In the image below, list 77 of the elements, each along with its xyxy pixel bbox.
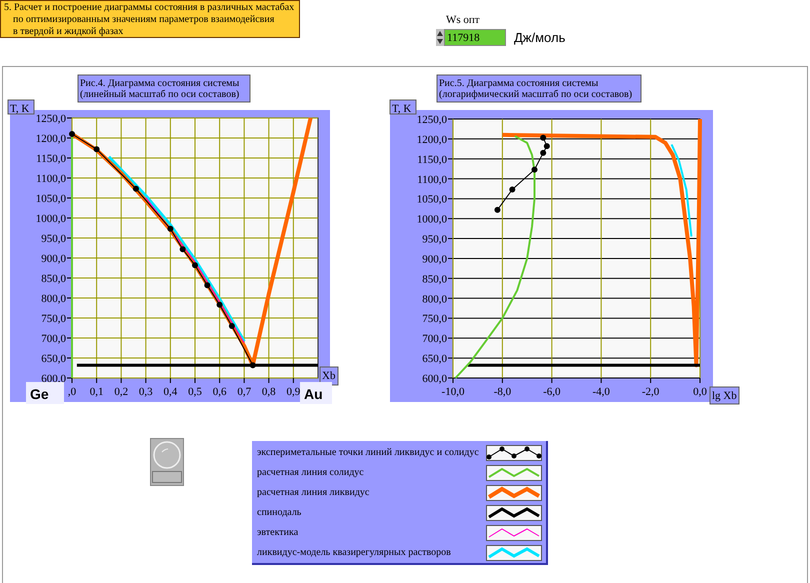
y-tick-label: 900,0 <box>422 253 447 266</box>
y-tick-label: 1050,0 <box>416 194 447 206</box>
y-axis-title: T, K <box>392 103 412 115</box>
axis-label: T, K <box>8 100 34 115</box>
y-tick-label: 650,0 <box>41 353 66 365</box>
numeric-field[interactable]: 117918 <box>444 29 506 46</box>
legend-label: расчетная линия ликвидус <box>257 486 370 500</box>
y-tick-label: 1150,0 <box>417 154 447 166</box>
y-tick-label: 1200,0 <box>416 134 447 146</box>
point <box>192 262 198 268</box>
y-tick-label: 700,0 <box>41 333 66 345</box>
x-tick-label: 0,0 <box>693 386 707 398</box>
y-tick-label: 1000,0 <box>36 213 66 225</box>
point <box>216 302 223 308</box>
y-tick-label: 1100,0 <box>417 174 447 186</box>
point <box>132 186 139 192</box>
x-tick-label: 0,4 <box>164 386 178 398</box>
x-tick-label: 0,8 <box>262 386 276 398</box>
point <box>167 226 174 232</box>
x-tick-label: -8,0 <box>494 386 512 398</box>
chart-title: Рис.4. Диаграмма состояния системы (линейный масштаб по оси составов) <box>78 74 250 102</box>
y-tick-label: 650,0 <box>422 353 447 366</box>
unit-label: Дж/моль <box>514 29 566 47</box>
axis-label: Xb <box>320 366 338 386</box>
point <box>69 131 75 137</box>
chart-title: Рис.5. Диаграмма состояния системы (логарифмический масштаб по оси составов) <box>436 74 642 102</box>
element-label: Au <box>300 382 332 404</box>
point <box>180 246 186 252</box>
x-tick-label: -10,0 <box>442 386 464 398</box>
legend-label: эвтектика <box>257 526 298 540</box>
y-tick-label: 850,0 <box>41 273 66 285</box>
y-tick-label: 950,0 <box>422 234 447 246</box>
legend-label: экспериметальные точки линий ликвидус и солидус <box>257 446 479 460</box>
x-tick-label: 0,2 <box>114 386 128 398</box>
y-tick-label: 1000,0 <box>416 214 447 226</box>
axis-label: lg Xb <box>710 386 740 404</box>
legend-label: расчетная линия солидус <box>257 466 364 480</box>
y-tick-label: 1250,0 <box>36 113 66 125</box>
x-tick-label: 0,1 <box>90 386 104 398</box>
y-tick-label: 600,0 <box>41 373 66 385</box>
y-tick-label: 700,0 <box>422 333 447 346</box>
legend-label: ликвидус-модель квазирегулярных растворов <box>257 546 451 560</box>
y-tick-label: 1150,0 <box>36 153 66 165</box>
element-label: Ge <box>26 382 64 404</box>
x-tick-label: ,0 <box>68 386 76 398</box>
point <box>250 362 256 368</box>
x-tick-label: 0,6 <box>212 386 226 398</box>
x-tick-label: -2,0 <box>642 386 660 398</box>
y-tick-label: 600,0 <box>422 373 447 385</box>
y-tick-label: 750,0 <box>41 313 66 325</box>
x-tick-label: -4,0 <box>592 386 610 398</box>
y-tick-label: 1050,0 <box>36 193 66 205</box>
point <box>94 146 100 152</box>
y-tick-label: 900,0 <box>41 253 66 265</box>
x-tick-label: 0,7 <box>237 386 252 398</box>
y-tick-label: 1250,0 <box>416 114 447 126</box>
y-tick-label: 800,0 <box>422 293 447 306</box>
x-axis-title: Xb <box>322 370 336 382</box>
y-tick-label: 1100,0 <box>36 173 66 185</box>
y-tick-label: 850,0 <box>422 273 447 286</box>
y-tick-label: 800,0 <box>41 293 66 305</box>
x-tick-label: 0,5 <box>188 386 202 398</box>
y-tick-label: 750,0 <box>422 313 447 326</box>
point <box>228 323 235 329</box>
x-tick-label: -6,0 <box>543 386 560 398</box>
axis-label: T, K <box>390 100 416 115</box>
x-tick-label: 0,3 <box>138 386 153 398</box>
x-tick-label: 0,9 <box>286 386 300 398</box>
x-axis-title: lg Xb <box>712 390 738 402</box>
field-label: Ws опт <box>446 14 481 27</box>
y-tick-label: 950,0 <box>41 233 66 245</box>
point <box>204 282 210 288</box>
point <box>494 206 500 213</box>
y-tick-label: 1200,0 <box>36 133 66 145</box>
legend-label: спинодаль <box>257 506 302 520</box>
section-header: 5. Расчет и построение диаграммы состояния в различных мастабах по оптимизированным значениям параметров взаимодейсвия в твердой и жидкой фазах <box>0 0 300 38</box>
y-axis-title: T, K <box>10 103 30 115</box>
